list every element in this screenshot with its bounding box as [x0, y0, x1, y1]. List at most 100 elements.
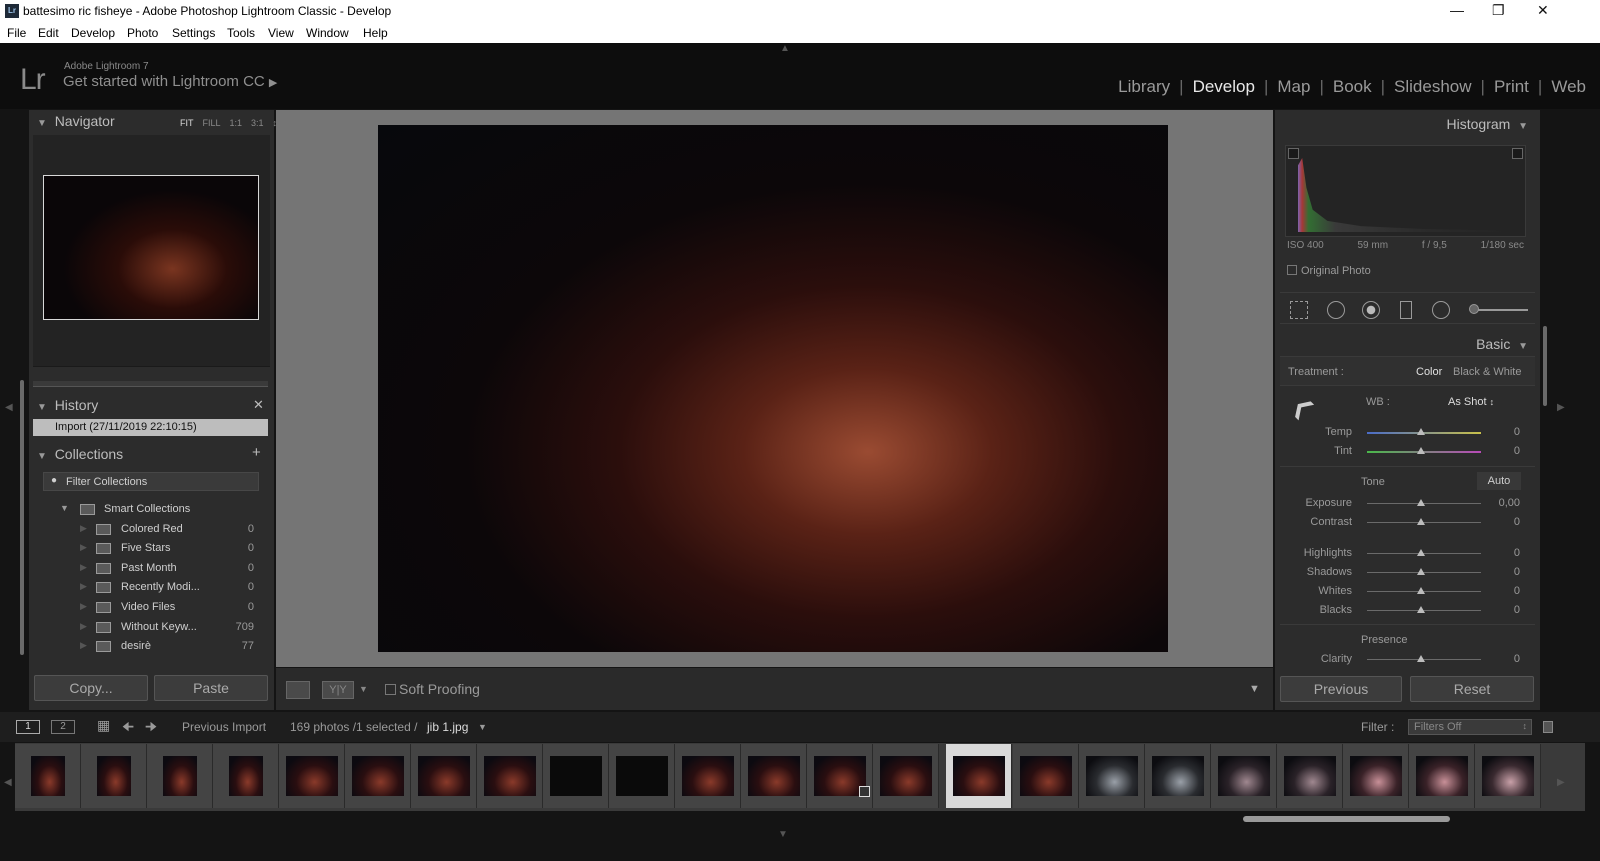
back-arrow-icon[interactable]: 🠈: [122, 718, 134, 740]
filmstrip-thumbnail[interactable]: [873, 744, 939, 808]
original-photo-checkbox[interactable]: [1287, 265, 1297, 275]
collection-item[interactable]: ▶ Colored Red 0: [33, 520, 268, 540]
menu-help[interactable]: Help: [363, 26, 388, 40]
filmstrip-thumbnail[interactable]: [675, 744, 741, 808]
collection-item[interactable]: ▶ desirè 77: [33, 637, 268, 657]
treatment-bw-option[interactable]: Black & White: [1453, 366, 1521, 378]
shadow-clipping-icon[interactable]: [1288, 148, 1299, 159]
menu-window[interactable]: Window: [306, 26, 349, 40]
filmstrip-left-icon[interactable]: ◀: [4, 777, 12, 788]
filmstrip-thumbnail[interactable]: [1145, 744, 1211, 808]
module-web[interactable]: Web: [1542, 77, 1586, 97]
whites-slider[interactable]: Whites 0: [1285, 584, 1530, 600]
auto-tone-button[interactable]: Auto: [1477, 472, 1521, 490]
main-window-button[interactable]: 1: [16, 720, 40, 734]
contrast-slider[interactable]: Contrast 0: [1285, 515, 1530, 531]
navigator-header[interactable]: ▼ Navigator: [37, 113, 115, 129]
filmstrip-thumbnail[interactable]: [807, 744, 873, 808]
filter-dropdown[interactable]: Filters Off ↕: [1408, 719, 1532, 735]
eyedropper-icon[interactable]: ❯: [1283, 391, 1317, 425]
toolbar-menu-icon[interactable]: ▼: [1249, 683, 1260, 695]
collection-item[interactable]: ▶ Video Files 0: [33, 598, 268, 618]
copy-button[interactable]: Copy...: [34, 675, 148, 701]
menu-photo[interactable]: Photo: [127, 26, 158, 40]
loupe-view-icon[interactable]: [286, 681, 310, 699]
filmstrip-thumbnail[interactable]: [1079, 744, 1145, 808]
filter-lock-icon[interactable]: [1543, 721, 1553, 733]
filmstrip-thumbnail[interactable]: [1277, 744, 1343, 808]
tint-slider[interactable]: Tint 0: [1285, 444, 1530, 460]
expand-triangle-icon[interactable]: ▼: [60, 503, 69, 513]
collapse-left-icon[interactable]: ◀: [5, 402, 13, 413]
soft-proofing-toggle[interactable]: Soft Proofing: [385, 681, 480, 697]
collections-header[interactable]: ▼ Collections: [37, 446, 123, 462]
collapse-bottom-icon[interactable]: ▼: [778, 829, 788, 840]
basic-header[interactable]: Basic ▼: [1476, 336, 1528, 352]
filmstrip-thumbnail[interactable]: [543, 744, 609, 808]
filmstrip-thumbnail[interactable]: [609, 744, 675, 808]
collection-item[interactable]: ▶ Recently Modi... 0: [33, 578, 268, 598]
menu-tools[interactable]: Tools: [227, 26, 255, 40]
filmstrip-scrollbar[interactable]: [1243, 816, 1450, 822]
filmstrip-thumbnail[interactable]: [1409, 744, 1475, 808]
menu-view[interactable]: View: [268, 26, 294, 40]
history-entry[interactable]: Import (27/11/2019 22:10:15): [33, 419, 268, 436]
filmstrip-right-icon[interactable]: ▶: [1557, 777, 1565, 788]
filmstrip-thumbnail-selected[interactable]: [946, 744, 1012, 808]
filmstrip-thumbnail[interactable]: [1343, 744, 1409, 808]
module-print[interactable]: Print: [1485, 77, 1538, 97]
crop-icon[interactable]: [1290, 301, 1308, 319]
filmstrip-thumbnail[interactable]: [15, 744, 81, 808]
secondary-window-button[interactable]: 2: [51, 720, 75, 734]
wb-dropdown[interactable]: As Shot ↕: [1448, 396, 1494, 408]
menu-develop[interactable]: Develop: [71, 26, 115, 40]
highlights-slider[interactable]: Highlights 0: [1285, 546, 1530, 562]
collapse-right-icon[interactable]: ▶: [1557, 402, 1565, 413]
snapshots-collapsed[interactable]: [33, 381, 268, 387]
module-slideshow[interactable]: Slideshow: [1385, 77, 1481, 97]
previous-button[interactable]: Previous: [1280, 676, 1402, 702]
navigator-thumbnail[interactable]: [43, 175, 259, 320]
forward-arrow-icon[interactable]: 🠊: [145, 718, 157, 740]
exposure-slider[interactable]: Exposure 0,00: [1285, 496, 1530, 512]
zoom-3-1[interactable]: 3:1: [251, 118, 264, 128]
module-library[interactable]: Library: [1109, 77, 1179, 97]
restore-icon[interactable]: ❐: [1492, 2, 1505, 19]
filmstrip-source[interactable]: Previous Import: [182, 720, 266, 734]
chevron-down-icon[interactable]: ▼: [478, 722, 487, 732]
clarity-slider[interactable]: Clarity 0: [1285, 652, 1530, 668]
selected-filename[interactable]: jib 1.jpg: [427, 720, 468, 734]
clear-history-icon[interactable]: ✕: [253, 397, 264, 413]
module-book[interactable]: Book: [1324, 77, 1381, 97]
brush-handle-icon[interactable]: [1469, 304, 1479, 314]
radial-filter-icon[interactable]: [1432, 301, 1450, 319]
filmstrip-thumbnail[interactable]: [81, 744, 147, 808]
filmstrip-thumbnail[interactable]: [279, 744, 345, 808]
menu-edit[interactable]: Edit: [38, 26, 59, 40]
before-after-button[interactable]: Y|Y: [322, 681, 354, 699]
right-panel-scrollbar[interactable]: [1543, 326, 1547, 406]
photo-preview[interactable]: [378, 125, 1168, 652]
filmstrip-thumbnail[interactable]: [147, 744, 213, 808]
filmstrip-thumbnail[interactable]: [1013, 744, 1079, 808]
graduated-filter-icon[interactable]: [1400, 301, 1412, 319]
filter-collections-input[interactable]: ● Filter Collections: [43, 472, 259, 491]
module-develop[interactable]: Develop: [1184, 77, 1264, 97]
navigator-preview[interactable]: [33, 135, 270, 367]
filmstrip-thumbnail[interactable]: [741, 744, 807, 808]
add-collection-icon[interactable]: +: [252, 444, 261, 461]
zoom-1-1[interactable]: 1:1: [230, 118, 243, 128]
filmstrip-thumbnail[interactable]: [411, 744, 477, 808]
histogram-graph[interactable]: [1285, 145, 1526, 237]
red-eye-icon[interactable]: [1362, 301, 1380, 319]
history-header[interactable]: ▼ History: [37, 397, 98, 413]
menu-file[interactable]: File: [7, 26, 26, 40]
adjustment-brush-icon[interactable]: [1472, 309, 1528, 311]
filmstrip-thumbnail[interactable]: [477, 744, 543, 808]
smart-collections-group[interactable]: ▼ Smart Collections: [33, 500, 268, 520]
shadows-slider[interactable]: Shadows 0: [1285, 565, 1530, 581]
close-window-icon[interactable]: ✕: [1537, 2, 1549, 19]
paste-button[interactable]: Paste: [154, 675, 268, 701]
temp-slider[interactable]: Temp 0: [1285, 425, 1530, 441]
filmstrip-thumbnail[interactable]: [345, 744, 411, 808]
